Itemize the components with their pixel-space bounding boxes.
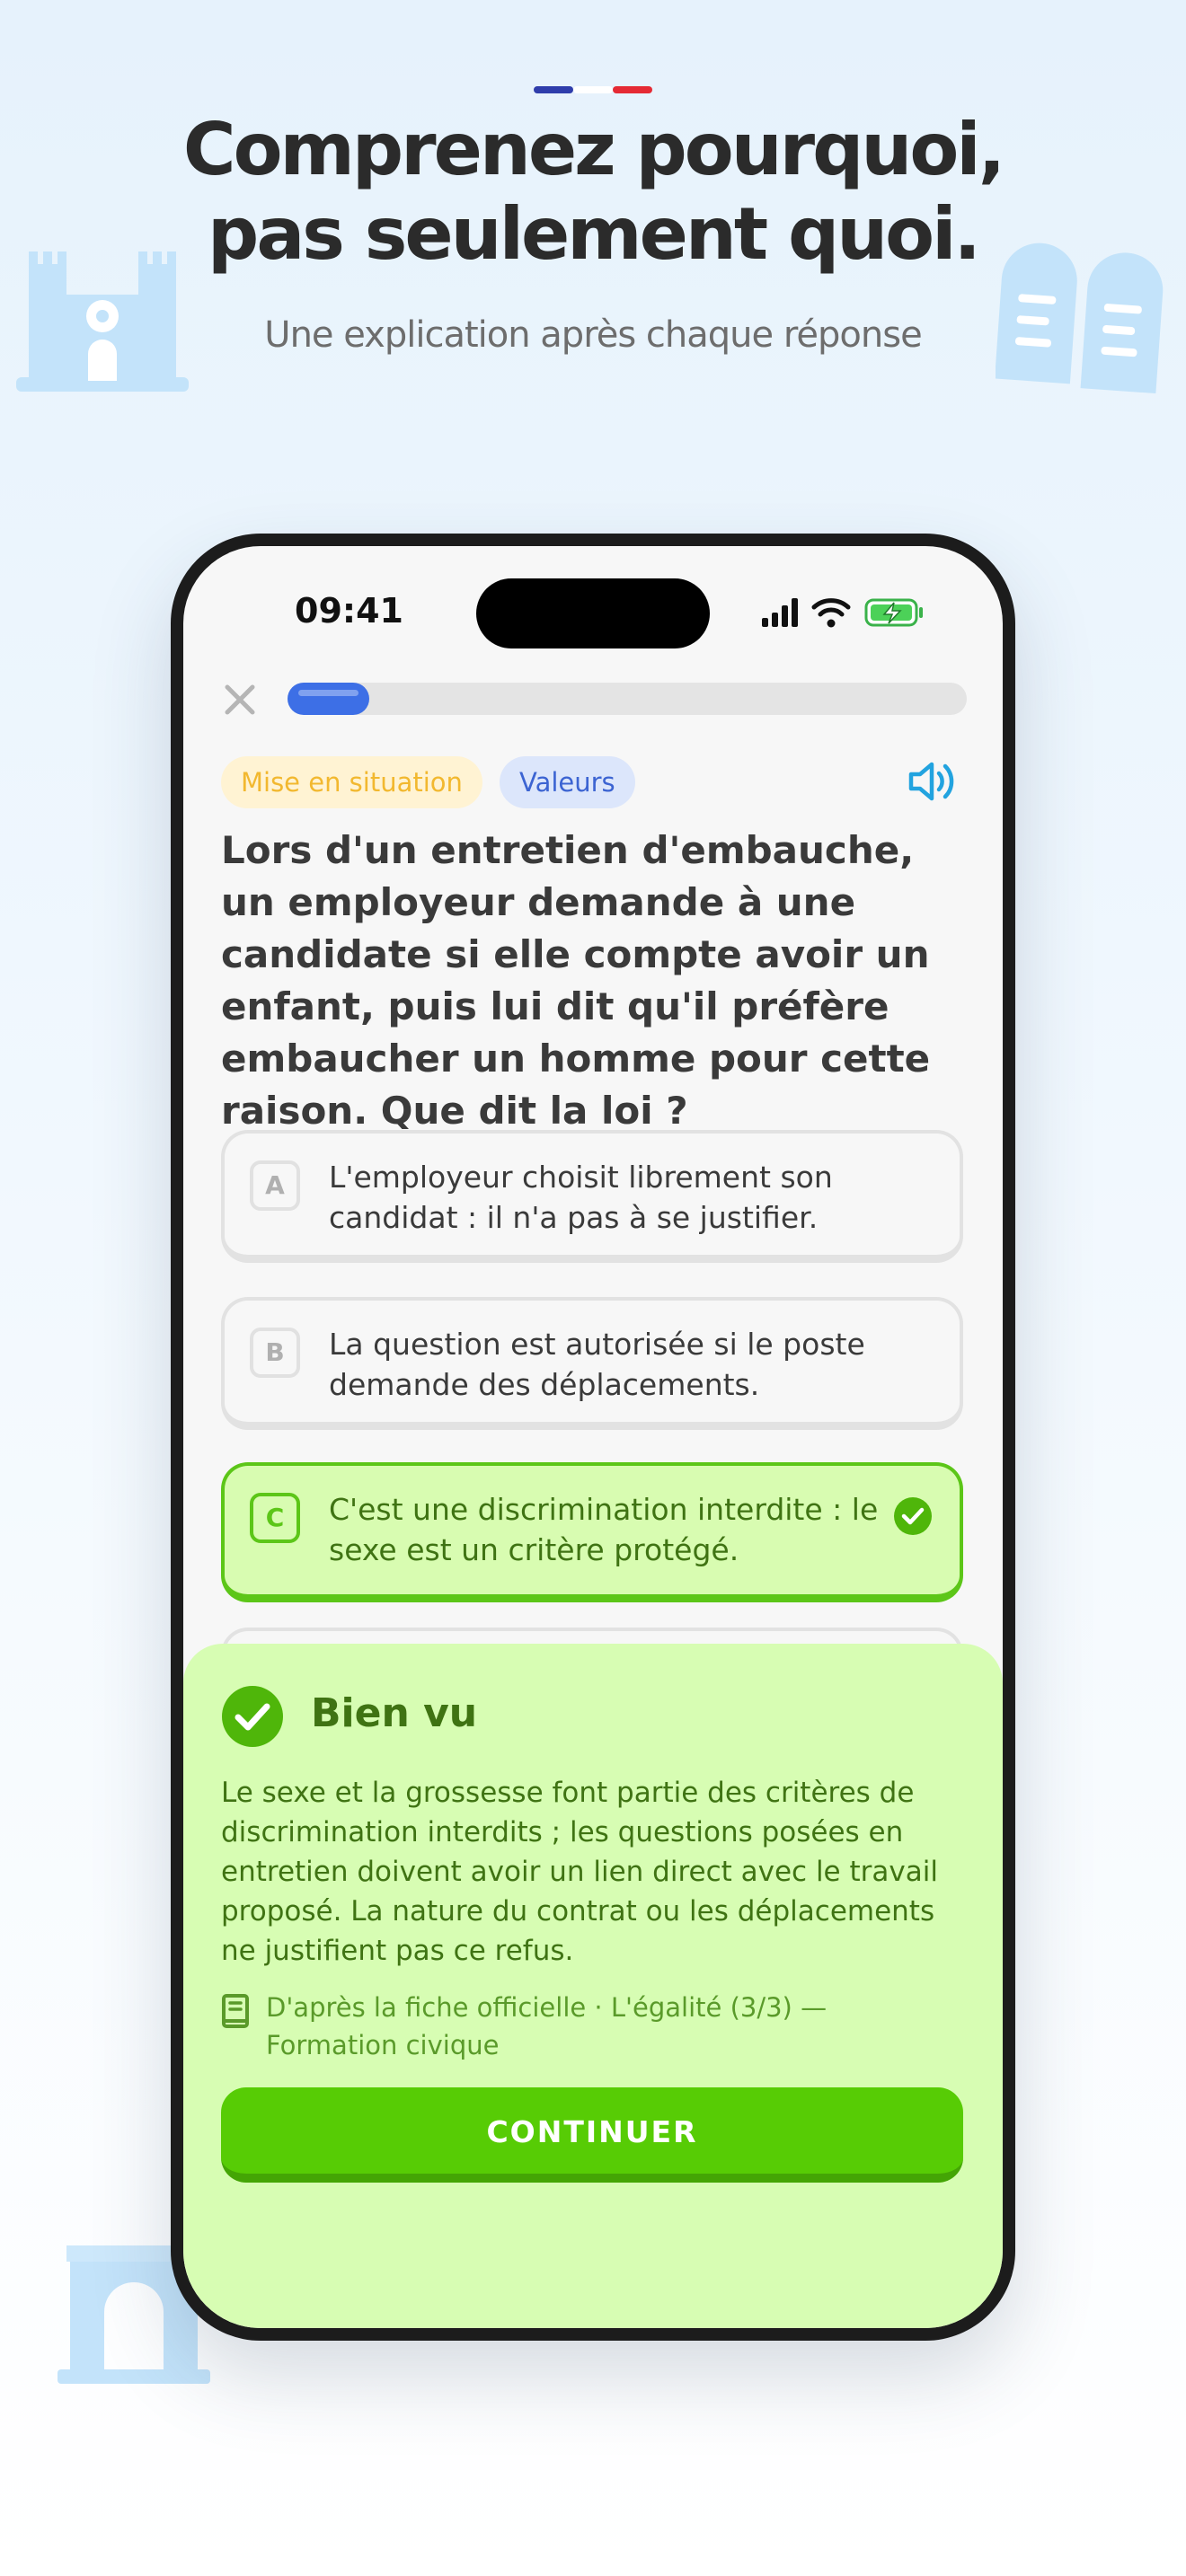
progress-bar-fill — [288, 683, 369, 715]
signal-icon — [762, 598, 798, 627]
french-flag-stripe — [534, 86, 652, 93]
speaker-icon[interactable] — [907, 758, 960, 805]
source-reference: D'après la fiche officielle · L'égalité … — [266, 1992, 828, 2060]
option-text: C'est une discrimination interdite : le … — [329, 1492, 879, 1567]
battery-charging-icon — [864, 598, 923, 627]
question-text: Lors d'un entretien d'embauche, un emplo… — [221, 828, 931, 1133]
castle-icon — [16, 251, 189, 392]
feedback-sheet: Bien vu Le sexe et la grossesse font par… — [183, 1644, 1003, 2328]
book-icon — [222, 1994, 249, 2028]
flag-blue — [534, 86, 573, 93]
correct-check-icon — [894, 1497, 932, 1535]
status-time: 09:41 — [295, 591, 403, 631]
headline-line-1: Comprenez pourquoi, — [182, 108, 1005, 191]
tag-valeurs: Valeurs — [500, 756, 635, 808]
continue-button[interactable]: CONTINUER — [221, 2087, 963, 2183]
tablets-icon — [996, 243, 1164, 394]
answer-option-c[interactable]: C C'est une discrimination interdite : l… — [221, 1462, 963, 1602]
feedback-explanation: Le sexe et la grossesse font partie des … — [221, 1777, 938, 1967]
flag-white — [573, 86, 613, 93]
tag-mise-en-situation: Mise en situation — [221, 756, 482, 808]
option-letter: C — [250, 1493, 300, 1543]
answer-option-a[interactable]: A L'employeur choisit librement son cand… — [221, 1130, 963, 1263]
wifi-icon — [811, 598, 851, 617]
option-text: L'employeur choisit librement son candid… — [329, 1160, 833, 1235]
option-letter: A — [250, 1160, 300, 1211]
phone-frame: 09:41 Mise en situation Valeurs Lors d'u… — [171, 534, 1015, 2341]
flag-red — [613, 86, 652, 93]
answer-option-b[interactable]: B La question est autorisée si le poste … — [221, 1297, 963, 1430]
dynamic-island — [476, 578, 710, 648]
check-circle-icon — [222, 1686, 283, 1747]
progress-bar — [288, 683, 967, 715]
option-text: La question est autorisée si le poste de… — [329, 1327, 865, 1402]
close-icon[interactable] — [217, 677, 262, 722]
status-icons — [762, 598, 923, 628]
option-letter: B — [250, 1328, 300, 1378]
phone-screen: 09:41 Mise en situation Valeurs Lors d'u… — [183, 546, 1003, 2328]
feedback-title: Bien vu — [311, 1690, 478, 1736]
